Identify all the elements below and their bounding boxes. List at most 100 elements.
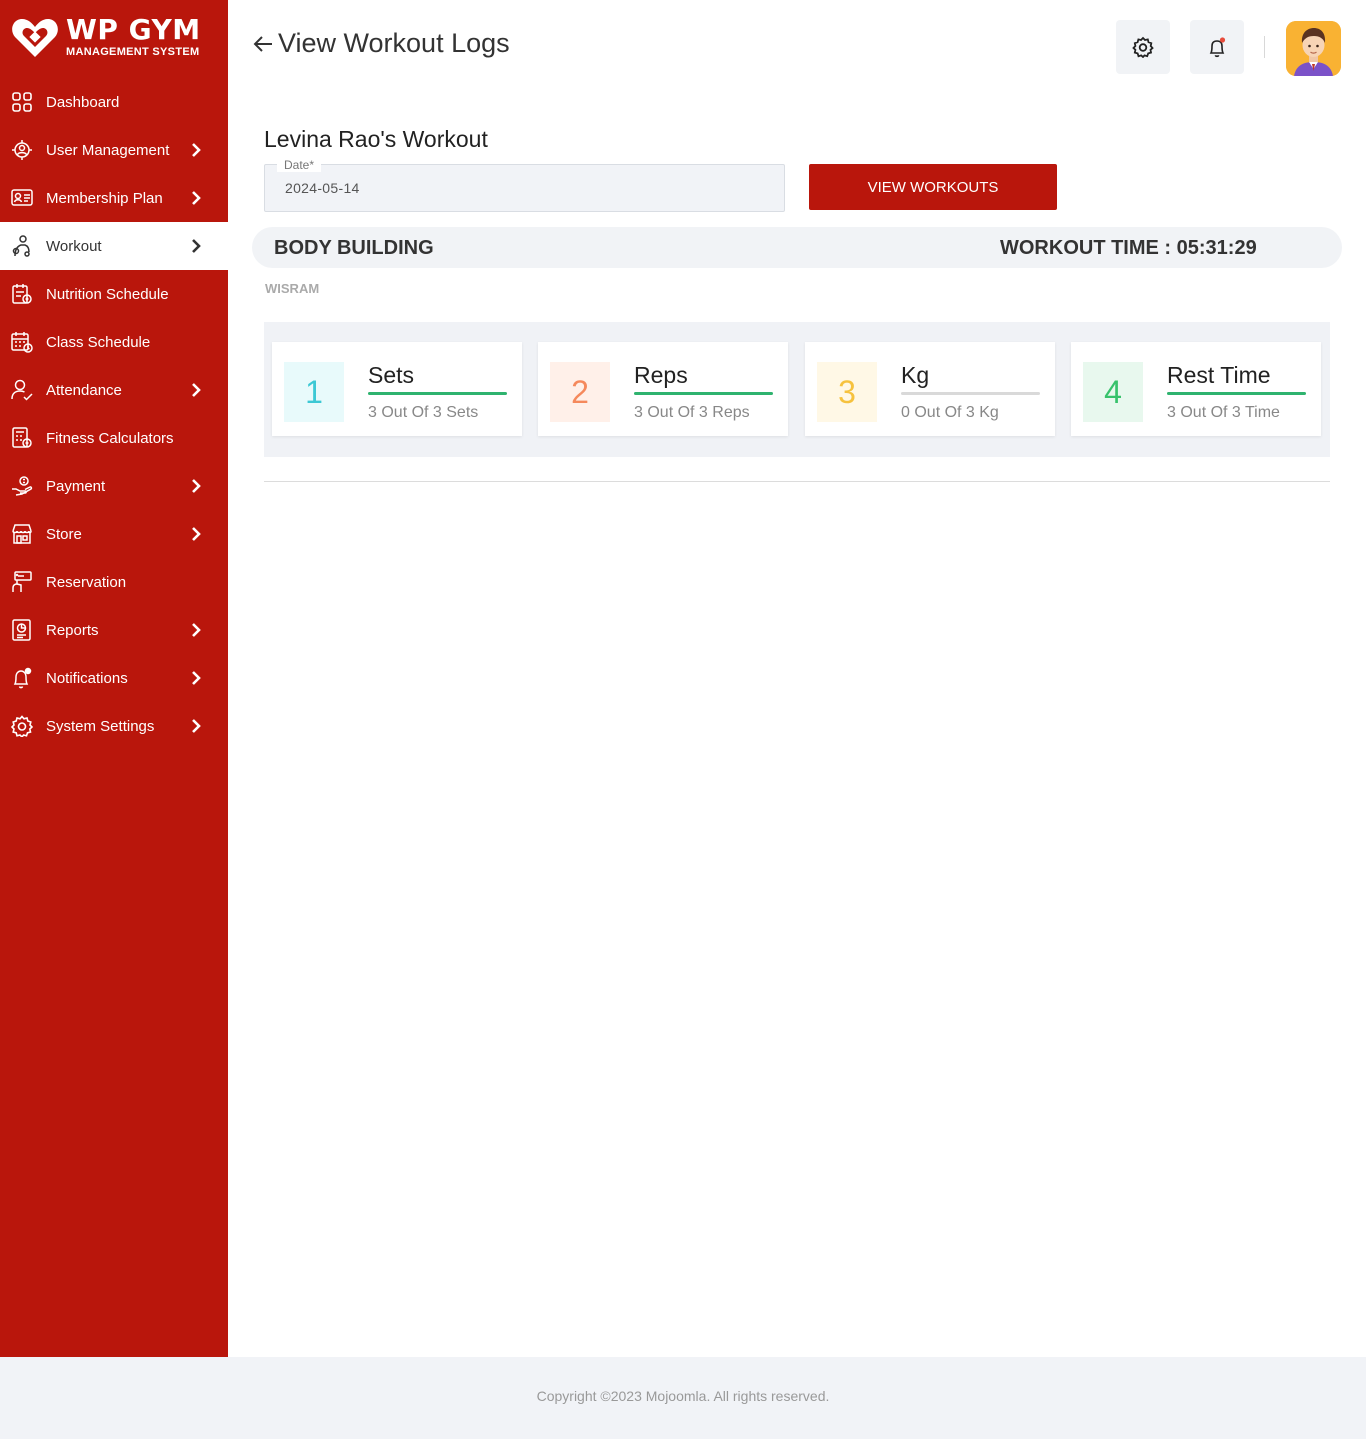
stat-title: Reps [634,362,688,388]
stat-subtitle: 3 Out Of 3 Sets [368,404,479,421]
brand-subtitle: MANAGEMENT SYSTEM [66,46,200,58]
stat-card-rest-time: 4 Rest Time 3 Out Of 3 Time [1071,342,1321,436]
stat-underline [901,392,1040,395]
stat-number: 3 [817,362,877,422]
sidebar-item-label: User Management [46,141,170,159]
reports-icon [11,619,33,641]
sidebar-item-label: Attendance [46,381,122,399]
back-arrow-icon[interactable] [252,33,274,55]
chevron-right-icon [192,671,201,685]
member-workout-title: Levina Rao's Workout [264,126,488,152]
calendar-icon [11,331,33,353]
brand-logo[interactable]: WP GYM MANAGEMENT SYSTEM [10,12,220,62]
sidebar-item-label: Nutrition Schedule [46,285,169,303]
brand-title: WP GYM [66,13,201,46]
sidebar-menu: Dashboard User Management Membership Pla… [0,78,228,750]
payment-icon [11,475,33,497]
stat-subtitle: 3 Out Of 3 Reps [634,404,750,421]
chevron-right-icon [192,383,201,397]
stat-card-sets: 1 Sets 3 Out Of 3 Sets [272,342,522,436]
sidebar-item-notifications[interactable]: Notifications [0,654,228,702]
stat-number: 4 [1083,362,1143,422]
sidebar-item-store[interactable]: Store [0,510,228,558]
stat-title: Sets [368,362,415,388]
membership-card-icon [11,187,33,209]
gear-icon [1132,36,1154,58]
gear-icon [11,715,33,737]
stat-subtitle: 3 Out Of 3 Time [1167,404,1280,421]
sidebar: WP GYM MANAGEMENT SYSTEM Dashboard User … [0,0,228,1357]
sidebar-item-reservation[interactable]: Reservation [0,558,228,606]
stat-card-reps: 2 Reps 3 Out Of 3 Reps [538,342,788,436]
sidebar-item-label: Class Schedule [46,333,151,351]
date-field[interactable]: Date* 2024-05-14 [264,158,785,212]
reservation-icon [11,571,33,593]
settings-button[interactable] [1116,20,1170,74]
sidebar-item-dashboard[interactable]: Dashboard [0,78,228,126]
attendance-icon [11,379,33,401]
date-field-label: Date* [277,158,322,172]
sidebar-item-system-settings[interactable]: System Settings [0,702,228,750]
sidebar-item-label: Notifications [46,669,128,687]
nutrition-icon [11,283,33,305]
page-header: View Workout Logs [252,28,510,59]
page-title: View Workout Logs [278,28,510,58]
sidebar-item-label: Reservation [46,573,127,591]
sidebar-item-label: Membership Plan [46,189,163,207]
sidebar-item-workout[interactable]: Workout [0,222,228,270]
workout-time: WORKOUT TIME : 05:31:29 [1000,237,1257,259]
dashboard-icon [11,91,33,113]
sidebar-item-label: Payment [46,477,106,495]
stat-title: Kg [901,362,930,388]
chevron-right-icon [192,719,201,733]
header-divider [1264,36,1265,58]
stat-number: 2 [550,362,610,422]
sidebar-item-attendance[interactable]: Attendance [0,366,228,414]
sidebar-item-label: Fitness Calculators [46,429,174,447]
stat-underline [1167,392,1306,395]
chevron-right-icon [192,527,201,541]
stat-card-kg: 3 Kg 0 Out Of 3 Kg [805,342,1055,436]
sidebar-item-label: System Settings [46,717,155,735]
stat-subtitle: 0 Out Of 3 Kg [901,404,999,421]
sidebar-item-nutrition-schedule[interactable]: Nutrition Schedule [0,270,228,318]
avatar[interactable] [1286,21,1341,76]
view-workouts-button[interactable]: VIEW WORKOUTS [809,164,1057,210]
workout-name: BODY BUILDING [274,237,434,259]
copyright-text: Copyright ©2023 Mojoomla. All rights res… [536,1388,830,1404]
workout-icon [11,235,33,257]
bell-icon [1209,37,1226,58]
sidebar-item-label: Workout [46,237,102,255]
activity-name: WISRAM [265,281,320,296]
chevron-right-icon [192,623,201,637]
chevron-right-icon [192,239,201,253]
store-icon [11,523,33,545]
date-field-value: 2024-05-14 [285,180,360,196]
sidebar-item-fitness-calculators[interactable]: Fitness Calculators [0,414,228,462]
stat-underline [634,392,773,395]
chevron-right-icon [192,479,201,493]
sidebar-item-class-schedule[interactable]: Class Schedule [0,318,228,366]
sidebar-item-label: Reports [46,621,99,639]
sidebar-item-reports[interactable]: Reports [0,606,228,654]
users-gear-icon [11,139,33,161]
sidebar-item-user-management[interactable]: User Management [0,126,228,174]
footer: Copyright ©2023 Mojoomla. All rights res… [0,1357,1366,1439]
sidebar-item-membership-plan[interactable]: Membership Plan [0,174,228,222]
content-divider [264,481,1330,482]
calculator-icon [11,427,33,449]
bell-icon [11,667,33,689]
stat-title: Rest Time [1167,362,1271,388]
stat-underline [368,392,507,395]
sidebar-item-label: Dashboard [46,93,120,111]
activity-stats-panel: 1 Sets 3 Out Of 3 Sets 2 Reps 3 Out Of 3… [264,322,1330,457]
stat-number: 1 [284,362,344,422]
notifications-button[interactable] [1190,20,1244,74]
chevron-right-icon [192,191,201,205]
user-avatar-icon [1286,21,1341,76]
logo-heart-icon [10,13,60,61]
sidebar-item-payment[interactable]: Payment [0,462,228,510]
chevron-right-icon [192,143,201,157]
sidebar-item-label: Store [46,525,82,543]
workout-header-bar: BODY BUILDING WORKOUT TIME : 05:31:29 [252,227,1342,268]
